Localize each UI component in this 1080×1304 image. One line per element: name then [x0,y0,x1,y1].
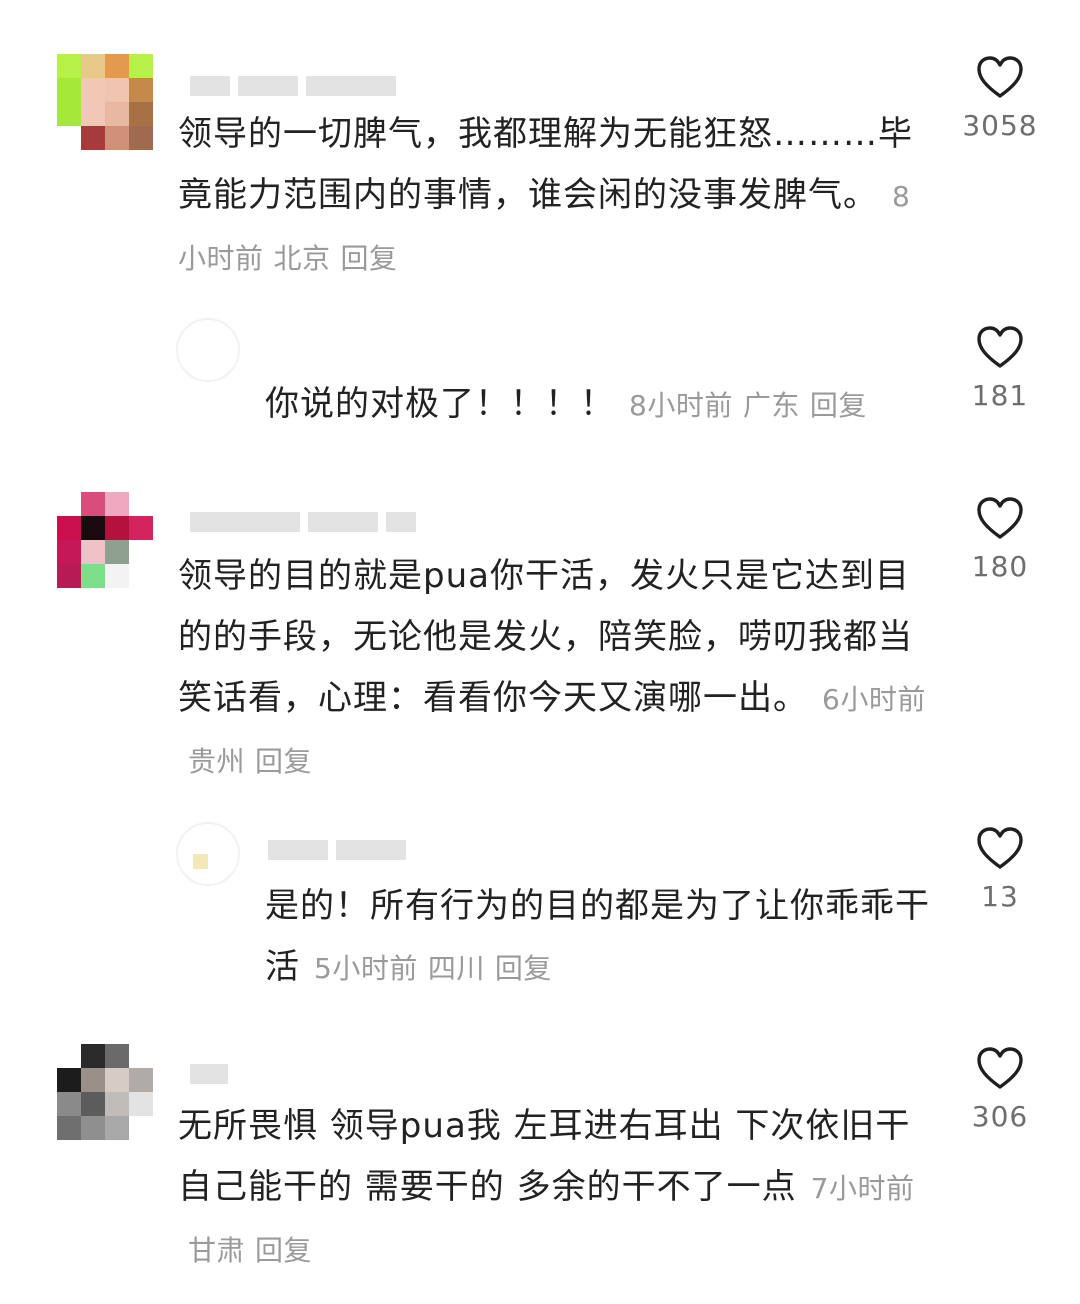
reply-location: 广东 [742,389,800,422]
avatar[interactable] [57,54,153,150]
comment-text: 无所畏惧 领导pua我 左耳进右耳出 下次依旧干自己能干的 需要干的 多余的干不… [178,1106,911,1207]
reply-button[interactable]: 回复 [810,389,867,422]
comment-location: 北京 [273,242,331,275]
reply-time: 8小时前 [629,389,733,422]
comment-body: 领导的目的就是pua你干活，发火只是它达到目的的手段，无论他是发火，陪笑脸，唠叨… [178,546,928,792]
avatar[interactable] [57,1044,153,1140]
reply-time: 5小时前 [314,952,418,985]
heart-outline-icon [977,827,1023,869]
like-count: 13 [981,880,1019,913]
like-button[interactable]: 306 [952,1046,1048,1133]
avatar[interactable] [176,822,240,886]
reply-button[interactable]: 回复 [255,745,312,778]
reply-body: 你说的对极了！！！！ 8小时前 广东 回复 [265,374,925,436]
reply-text: 你说的对极了！！！！ [265,384,615,424]
reply-meta: 5小时前 四川 回复 [314,952,552,985]
username-blurred[interactable] [268,840,406,860]
reply-button[interactable]: 回复 [495,952,552,985]
heart-outline-icon [977,497,1023,539]
comment-body: 无所畏惧 领导pua我 左耳进右耳出 下次依旧干自己能干的 需要干的 多余的干不… [178,1096,918,1281]
comment-text: 领导的一切脾气，我都理解为无能狂怒………毕竟能力范围内的事情，谁会闲的没事发脾气… [178,114,913,215]
avatar[interactable] [57,492,153,588]
avatar[interactable] [176,318,240,382]
comment-time: 6小时前 [822,683,926,716]
like-count: 181 [971,379,1029,412]
username-blurred[interactable] [190,1064,228,1084]
heart-outline-icon [977,56,1023,98]
reply-meta: 8小时前 广东 回复 [629,389,867,422]
like-count: 3058 [962,109,1038,142]
comment-body: 领导的一切脾气，我都理解为无能狂怒………毕竟能力范围内的事情，谁会闲的没事发脾气… [178,104,918,289]
like-button[interactable]: 180 [952,496,1048,583]
reply-body: 是的！所有行为的目的都是为了让你乖乖干活 5小时前 四川 回复 [265,876,935,999]
like-count: 306 [971,1100,1029,1133]
comment-location: 甘肃 [188,1234,246,1267]
comment-location: 贵州 [188,745,246,778]
like-button[interactable]: 181 [952,325,1048,412]
reply-location: 四川 [427,952,485,985]
like-button[interactable]: 3058 [952,55,1048,142]
reply-button[interactable]: 回复 [255,1234,312,1267]
comment-time: 7小时前 [810,1172,915,1205]
comment-text: 领导的目的就是pua你干活，发火只是它达到目的的手段，无论他是发火，陪笑脸，唠叨… [178,556,913,718]
like-button[interactable]: 13 [952,826,1048,913]
heart-outline-icon [977,1047,1023,1089]
username-blurred[interactable] [190,512,416,532]
reply-button[interactable]: 回复 [341,242,398,275]
like-count: 180 [971,550,1029,583]
heart-outline-icon [977,326,1023,368]
username-blurred[interactable] [190,76,396,96]
